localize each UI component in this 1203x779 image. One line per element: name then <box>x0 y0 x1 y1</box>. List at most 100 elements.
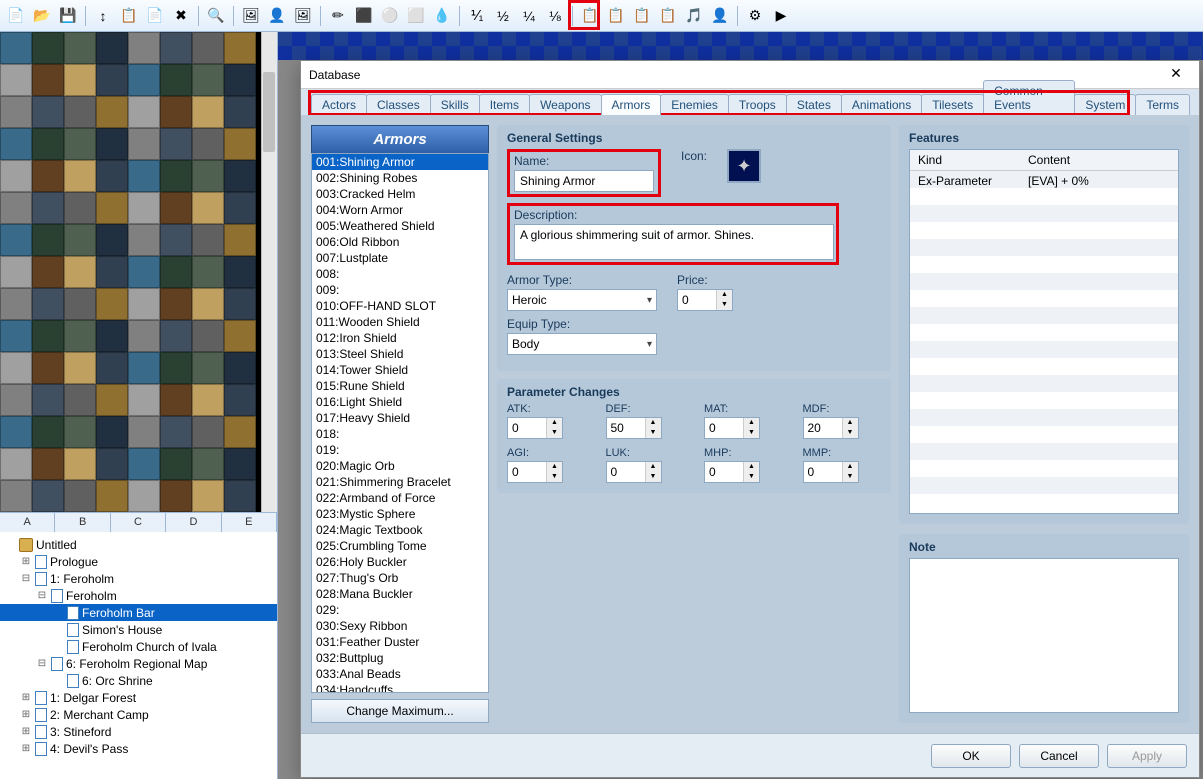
tile[interactable] <box>160 128 192 160</box>
ok-button[interactable]: OK <box>931 744 1011 768</box>
tile[interactable] <box>192 416 224 448</box>
tab-animations[interactable]: Animations <box>841 94 922 115</box>
toolbar-button[interactable]: 📋 <box>630 4 654 28</box>
list-item[interactable]: 018: <box>312 426 488 442</box>
equip-type-select[interactable]: Body <box>507 333 657 355</box>
tile[interactable] <box>96 256 128 288</box>
tile[interactable] <box>0 416 32 448</box>
tab-states[interactable]: States <box>786 94 842 115</box>
cancel-button[interactable]: Cancel <box>1019 744 1099 768</box>
tile[interactable] <box>160 448 192 480</box>
tile[interactable] <box>160 96 192 128</box>
tile[interactable] <box>128 416 160 448</box>
list-item[interactable]: 024:Magic Textbook <box>312 522 488 538</box>
tile[interactable] <box>0 288 32 320</box>
tile[interactable] <box>192 192 224 224</box>
tile[interactable] <box>0 224 32 256</box>
tile[interactable] <box>32 256 64 288</box>
tab-classes[interactable]: Classes <box>366 94 431 115</box>
tileset-scrollbar[interactable] <box>261 32 277 512</box>
tree-row[interactable]: Untitled <box>0 536 277 553</box>
list-item[interactable]: 019: <box>312 442 488 458</box>
tile[interactable] <box>224 32 256 64</box>
list-item[interactable]: 027:Thug's Orb <box>312 570 488 586</box>
tile[interactable] <box>224 416 256 448</box>
list-item[interactable]: 032:Buttplug <box>312 650 488 666</box>
tile[interactable] <box>64 288 96 320</box>
tile[interactable] <box>160 192 192 224</box>
list-item[interactable]: 020:Magic Orb <box>312 458 488 474</box>
tile[interactable] <box>192 288 224 320</box>
list-item[interactable]: 001:Shining Armor <box>312 154 488 170</box>
tile[interactable] <box>96 352 128 384</box>
toolbar-button[interactable]: 📂 <box>30 4 54 28</box>
tile[interactable] <box>64 416 96 448</box>
map-tree[interactable]: Untitled⊞Prologue⊟1: Feroholm⊟FeroholmFe… <box>0 532 277 779</box>
tile[interactable] <box>0 320 32 352</box>
toolbar-button[interactable]: 💧 <box>430 4 454 28</box>
tile[interactable] <box>224 480 256 512</box>
tile[interactable] <box>192 480 224 512</box>
list-item[interactable]: 007:Lustplate <box>312 250 488 266</box>
tile[interactable] <box>160 416 192 448</box>
tile[interactable] <box>0 32 32 64</box>
toolbar-button[interactable]: 📄 <box>4 4 28 28</box>
tree-row[interactable]: ⊞2: Merchant Camp <box>0 706 277 723</box>
tab-troops[interactable]: Troops <box>728 94 787 115</box>
toolbar-button[interactable]: 👤 <box>265 4 289 28</box>
tile[interactable] <box>32 480 64 512</box>
tree-row[interactable]: 6: Orc Shrine <box>0 672 277 689</box>
tile[interactable] <box>96 96 128 128</box>
tile[interactable] <box>64 32 96 64</box>
tile[interactable] <box>192 448 224 480</box>
tile[interactable] <box>96 32 128 64</box>
tile[interactable] <box>96 288 128 320</box>
tile[interactable] <box>224 384 256 416</box>
tile[interactable] <box>96 384 128 416</box>
tree-row[interactable]: ⊟1: Feroholm <box>0 570 277 587</box>
tab-tilesets[interactable]: Tilesets <box>921 94 984 115</box>
tile[interactable] <box>128 288 160 320</box>
tile[interactable] <box>160 224 192 256</box>
tile[interactable] <box>32 128 64 160</box>
list-item[interactable]: 021:Shimmering Bracelet <box>312 474 488 490</box>
toolbar-button[interactable]: 🖼 <box>239 4 263 28</box>
list-item[interactable]: 005:Weathered Shield <box>312 218 488 234</box>
toolbar-button[interactable]: ↕ <box>91 4 115 28</box>
list-item[interactable]: 029: <box>312 602 488 618</box>
list-item[interactable]: 025:Crumbling Tome <box>312 538 488 554</box>
name-input[interactable] <box>514 170 654 192</box>
toolbar-button[interactable]: ⅟₁ <box>465 4 489 28</box>
tile[interactable] <box>192 96 224 128</box>
toolbar-button[interactable]: 📋 <box>656 4 680 28</box>
list-item[interactable]: 002:Shining Robes <box>312 170 488 186</box>
tile[interactable] <box>32 96 64 128</box>
tile[interactable] <box>96 448 128 480</box>
tile[interactable] <box>224 96 256 128</box>
list-item[interactable]: 008: <box>312 266 488 282</box>
tile[interactable] <box>224 320 256 352</box>
tile[interactable] <box>96 320 128 352</box>
toolbar-button[interactable]: ▶ <box>769 4 793 28</box>
param-mat-input[interactable]: ▲▼ <box>704 417 760 439</box>
tile[interactable] <box>64 64 96 96</box>
tree-row[interactable]: ⊞1: Delgar Forest <box>0 689 277 706</box>
tile[interactable] <box>224 352 256 384</box>
tile[interactable] <box>0 192 32 224</box>
tile[interactable] <box>128 160 160 192</box>
tile[interactable] <box>160 352 192 384</box>
tile[interactable] <box>32 288 64 320</box>
tab-items[interactable]: Items <box>479 94 530 115</box>
list-item[interactable]: 009: <box>312 282 488 298</box>
list-item[interactable]: 013:Steel Shield <box>312 346 488 362</box>
tree-row[interactable]: ⊟6: Feroholm Regional Map <box>0 655 277 672</box>
toolbar-button[interactable]: 🎵 <box>682 4 706 28</box>
list-item[interactable]: 016:Light Shield <box>312 394 488 410</box>
tile[interactable] <box>224 192 256 224</box>
tab-terms[interactable]: Terms <box>1135 94 1190 115</box>
tile[interactable] <box>128 448 160 480</box>
tile[interactable] <box>160 32 192 64</box>
tile[interactable] <box>32 64 64 96</box>
tile[interactable] <box>128 64 160 96</box>
tile[interactable] <box>128 96 160 128</box>
